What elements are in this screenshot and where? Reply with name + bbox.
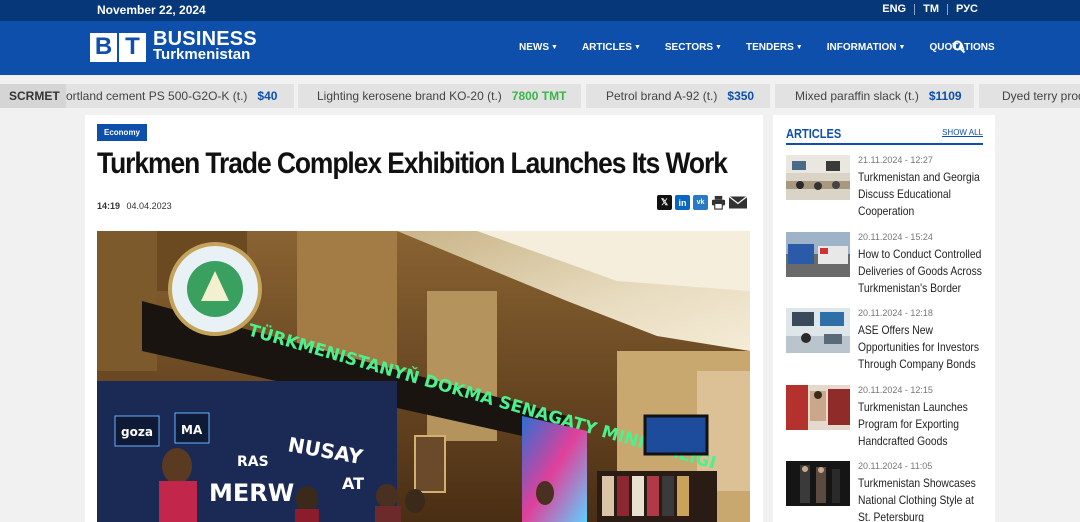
- chevron-down-icon: ▼: [551, 44, 558, 51]
- lang-tm[interactable]: TM: [915, 4, 949, 15]
- top-bar: November 22, 2024 ENG TM РУС: [0, 0, 1080, 21]
- logo-letter-t: T: [119, 32, 146, 62]
- sidebar-article[interactable]: 20.11.2024 - 12:18 ASE Offers New Opport…: [786, 308, 986, 378]
- lang-eng[interactable]: ENG: [874, 4, 916, 15]
- ticker-item[interactable]: Lighting kerosene brand KO-20 (t.) 7800 T…: [298, 84, 581, 108]
- article-title: Turkmen Trade Complex Exhibition Launche…: [97, 147, 728, 180]
- sidebar-header: ARTICLES SHOW ALL: [786, 125, 983, 145]
- article-date: 20.11.2024 - 15:24: [858, 232, 933, 242]
- print-icon[interactable]: [711, 195, 726, 210]
- article-time: 14:19: [97, 201, 121, 211]
- photo-brand-at: AT: [342, 474, 364, 493]
- nav-news[interactable]: NEWS ▼: [519, 42, 558, 53]
- article-photo: TÜRKMENISTANYŇ DOKMA SENAGATY MINISTRLIG…: [97, 231, 750, 522]
- photo-brand-goza: goza: [121, 425, 153, 439]
- main-nav: NEWS ▼ ARTICLES ▼ SECTORS ▼ TENDERS ▼ INFORM…: [519, 42, 1019, 53]
- article-date: 20.11.2024 - 11:05: [858, 461, 933, 471]
- article-headline[interactable]: How to Conduct Controlled Deliveries of …: [858, 246, 987, 297]
- ticker-item-name: Lighting kerosene brand KO-20 (t.): [317, 89, 502, 103]
- article-thumbnail: [786, 385, 850, 430]
- article-main: Economy Turkmen Trade Complex Exhibition…: [85, 115, 763, 522]
- photo-brand-merw: MERW: [209, 479, 294, 507]
- vk-icon[interactable]: vk: [693, 195, 708, 210]
- share-bar: 𝕏 in vk: [657, 195, 747, 210]
- site-logo[interactable]: B T BUSINESS Turkmenistan: [90, 28, 257, 63]
- nav-articles[interactable]: ARTICLES ▼: [582, 42, 641, 53]
- logo-line-1: BUSINESS: [153, 28, 257, 50]
- main-header: B T BUSINESS Turkmenistan NEWS ▼ ARTICLES…: [0, 21, 1080, 75]
- ticker-item-name: ortland cement PS 500-G2O-K (t.): [66, 89, 248, 103]
- nav-sectors[interactable]: SECTORS ▼: [665, 42, 722, 53]
- chevron-down-icon: ▼: [898, 44, 906, 51]
- x-icon[interactable]: 𝕏: [657, 195, 672, 210]
- search-icon[interactable]: [952, 40, 966, 54]
- article-date: 04.04.2023: [126, 201, 172, 211]
- ticker-item[interactable]: Petrol brand A-92 (t.) $350: [586, 84, 770, 108]
- category-badge[interactable]: Economy: [97, 124, 148, 141]
- email-icon[interactable]: [729, 195, 747, 210]
- sidebar-title: ARTICLES: [786, 126, 842, 141]
- article-thumbnail: [786, 232, 850, 277]
- linkedin-icon[interactable]: in: [675, 195, 690, 210]
- article-date: 20.11.2024 - 12:18: [858, 308, 933, 318]
- article-headline[interactable]: Turkmenistan Launches Program for Export…: [858, 399, 987, 450]
- logo-line-2: Turkmenistan: [153, 46, 251, 63]
- nav-information-label: INFORMATION: [826, 42, 897, 53]
- ticker-item-name: Dyed terry prod: [1002, 89, 1080, 103]
- ticker-item[interactable]: Dyed terry prod: [979, 84, 1080, 108]
- sidebar-article[interactable]: 20.11.2024 - 12:15 Turkmenistan Launches…: [786, 385, 986, 455]
- ticker-item-price: $1109: [928, 89, 962, 103]
- article-date: 21.11.2024 - 12:27: [858, 155, 933, 165]
- nav-sectors-label: SECTORS: [664, 42, 714, 53]
- ticker-item-name: Petrol brand A-92 (t.): [606, 89, 718, 103]
- article-date: 20.11.2024 - 12:15: [858, 385, 933, 395]
- exhibition-photo-illustration: TÜRKMENISTANYŇ DOKMA SENAGATY MINISTRLIG…: [97, 231, 750, 522]
- sidebar-article[interactable]: 21.11.2024 - 12:27 Turkmenistan and Geor…: [786, 155, 986, 225]
- ticker-item[interactable]: ortland cement PS 500-G2O-K (t.) $40: [66, 84, 294, 108]
- logo-letter-b: B: [90, 32, 117, 62]
- photo-brand-ma: MA: [181, 423, 203, 437]
- article-thumbnail: [786, 461, 850, 506]
- ticker-item[interactable]: Mixed paraffin slack (t.) $1109: [775, 84, 974, 108]
- chevron-down-icon: ▼: [795, 44, 803, 51]
- article-thumbnail: [786, 308, 850, 353]
- ticker-item-price: $40: [257, 89, 278, 103]
- price-ticker: SCRMET ortland cement PS 500-G2O-K (t.) $…: [0, 84, 1080, 108]
- ticker-label: SCRMET: [0, 84, 66, 108]
- show-all-link[interactable]: SHOW ALL: [942, 128, 983, 137]
- nav-tenders-label: TENDERS: [745, 42, 794, 53]
- article-thumbnail: [786, 155, 850, 200]
- article-headline[interactable]: Turkmenistan and Georgia Discuss Educati…: [858, 169, 987, 220]
- current-date: November 22, 2024: [97, 3, 206, 17]
- articles-sidebar: ARTICLES SHOW ALL 21.11.2024 - 12:27 Tur…: [773, 115, 995, 522]
- ticker-item-price: $350: [727, 89, 755, 103]
- sidebar-article[interactable]: 20.11.2024 - 15:24 How to Conduct Contro…: [786, 232, 986, 302]
- nav-news-label: NEWS: [519, 42, 549, 53]
- photo-brand-ras: RAS: [237, 454, 269, 470]
- article-meta: 14:19 04.04.2023: [97, 201, 172, 211]
- nav-information[interactable]: INFORMATION ▼: [827, 42, 906, 53]
- ticker-item-price: 7800 TMT: [511, 89, 567, 103]
- sidebar-article[interactable]: 20.11.2024 - 11:05 Turkmenistan Showcase…: [786, 461, 986, 522]
- article-headline[interactable]: Turkmenistan Showcases National Clothing…: [858, 475, 987, 522]
- lang-rus[interactable]: РУС: [948, 4, 978, 15]
- chevron-down-icon: ▼: [633, 44, 641, 51]
- article-headline[interactable]: ASE Offers New Opportunities for Investo…: [858, 322, 987, 373]
- language-switcher: ENG TM РУС: [874, 4, 978, 15]
- ticker-item-name: Mixed paraffin slack (t.): [795, 89, 919, 103]
- chevron-down-icon: ▼: [715, 44, 722, 51]
- nav-articles-label: ARTICLES: [581, 42, 632, 53]
- nav-tenders[interactable]: TENDERS ▼: [746, 42, 803, 53]
